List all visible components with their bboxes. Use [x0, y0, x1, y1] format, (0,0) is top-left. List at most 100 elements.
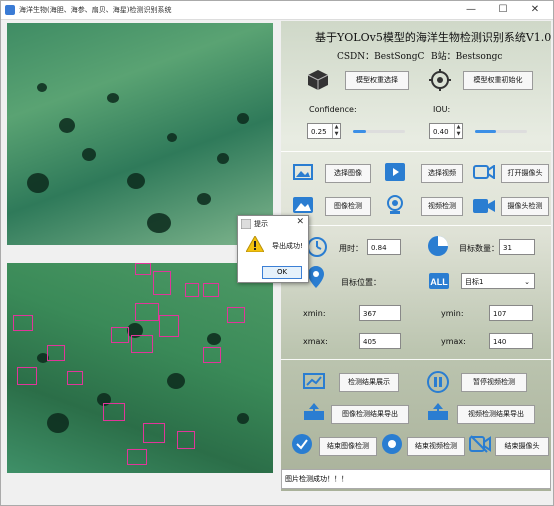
dialog-message: 导出成功!	[272, 242, 303, 250]
open-camera-button[interactable]: 打开摄像头	[501, 164, 549, 183]
target-select[interactable]: 目标1 ⌄	[461, 273, 535, 289]
export-icon	[304, 403, 324, 420]
message-dialog: 提示 ✕ 导出成功! OK	[237, 215, 309, 283]
init-weights-button[interactable]: 模型权重初始化	[463, 71, 533, 90]
stop-circle-icon	[382, 434, 402, 454]
camera-icon	[473, 165, 495, 179]
xmin-field[interactable]: 367	[359, 305, 401, 321]
iou-slider-fill	[475, 130, 496, 133]
ymax-field[interactable]: 140	[489, 333, 533, 349]
export-image-button[interactable]: 图像检测结果导出	[331, 405, 409, 424]
dialog-app-icon	[241, 219, 251, 229]
result-image-view	[7, 263, 273, 473]
clock-icon	[307, 237, 327, 257]
csdn-label: CSDN：BestSongC	[337, 52, 425, 62]
detection-box	[203, 347, 221, 363]
original-image-view	[7, 23, 273, 245]
detection-box	[13, 315, 33, 331]
end-camera-button[interactable]: 结束摄像头	[495, 437, 549, 456]
pause-video-button[interactable]: 暂停视频检测	[461, 373, 527, 392]
pause-icon	[427, 371, 449, 393]
divider	[281, 359, 551, 360]
xmin-label: xmin:	[303, 309, 326, 318]
video-detect-button[interactable]: 视频检测	[421, 197, 463, 216]
position-label: 目标位置：	[341, 278, 381, 287]
chevron-down-icon: ⌄	[524, 278, 530, 286]
iou-spinbox[interactable]: 0.40 ▲ ▼	[429, 123, 463, 139]
dialog-ok-button[interactable]: OK	[262, 266, 302, 279]
xmax-field[interactable]: 405	[359, 333, 401, 349]
image-detect-button[interactable]: 图像检测	[325, 197, 371, 216]
show-results-button[interactable]: 检测结果展示	[339, 373, 399, 392]
select-image-button[interactable]: 选择图像	[325, 164, 371, 183]
camera-detect-button[interactable]: 摄像头检测	[501, 197, 549, 216]
spin-arrows-icon[interactable]: ▲ ▼	[332, 124, 340, 138]
detection-box	[103, 403, 125, 421]
divider	[281, 225, 551, 226]
detection-box	[127, 449, 147, 465]
divider	[281, 151, 551, 152]
webcam-icon	[387, 195, 403, 214]
image-detect-icon	[293, 197, 313, 213]
end-image-button[interactable]: 结束图像检测	[319, 437, 377, 456]
count-field[interactable]: 31	[499, 239, 535, 255]
iou-slider[interactable]	[475, 130, 527, 133]
close-button[interactable]: ✕	[519, 1, 551, 19]
detection-box	[17, 367, 37, 385]
iou-label: IOU:	[433, 105, 451, 114]
warning-icon	[246, 236, 264, 252]
title-bar: 海洋生物(海胆、海参、扇贝、海星)检测识别系统 — ☐ ✕	[1, 1, 553, 20]
export-video-button[interactable]: 视频检测结果导出	[457, 405, 535, 424]
ymin-label: ymin:	[441, 309, 464, 318]
main-window: 海洋生物(海胆、海参、扇贝、海星)检测识别系统 — ☐ ✕ 基于YOLOv5模型…	[0, 0, 554, 506]
detection-box	[227, 307, 245, 323]
count-label: 目标数量：	[459, 244, 499, 253]
video-icon	[385, 163, 405, 181]
app-heading: 基于YOLOv5模型的海洋生物检测识别系统V1.0	[315, 31, 552, 44]
confidence-value: 0.25	[311, 128, 327, 136]
detection-box	[111, 327, 129, 343]
select-video-button[interactable]: 选择视频	[421, 164, 463, 183]
end-video-button[interactable]: 结束视频检测	[407, 437, 465, 456]
image-icon	[293, 164, 313, 180]
camera-detect-icon	[473, 199, 495, 213]
detection-box	[153, 271, 171, 295]
minimize-button[interactable]: —	[455, 1, 487, 19]
detection-box	[135, 263, 151, 275]
control-panel: 基于YOLOv5模型的海洋生物检测识别系统V1.0 CSDN：BestSongC…	[281, 21, 551, 491]
xmax-label: xmax:	[303, 337, 328, 346]
app-icon	[5, 5, 15, 15]
detection-box	[47, 345, 65, 361]
target-icon	[429, 69, 451, 91]
camera-off-icon	[469, 435, 491, 453]
spin-arrows-icon[interactable]: ▲ ▼	[454, 124, 462, 138]
line-chart-icon	[303, 373, 325, 389]
cube-icon	[307, 70, 329, 90]
all-icon: ALL	[429, 273, 449, 289]
status-bar: 图片检测成功！！！	[281, 469, 551, 489]
confidence-slider[interactable]	[353, 130, 405, 133]
detection-box	[203, 283, 219, 297]
detection-box	[185, 283, 199, 297]
confidence-slider-fill	[353, 130, 366, 133]
confidence-spinbox[interactable]: 0.25 ▲ ▼	[307, 123, 341, 139]
pie-chart-icon	[428, 236, 448, 256]
iou-value: 0.40	[433, 128, 449, 136]
export-video-icon	[428, 403, 448, 420]
detection-box	[143, 423, 165, 443]
window-title: 海洋生物(海胆、海参、扇贝、海星)检测识别系统	[19, 6, 172, 14]
detection-box	[131, 335, 153, 353]
select-weights-button[interactable]: 模型权重选择	[345, 71, 409, 90]
detection-box	[159, 315, 179, 337]
ymax-label: ymax:	[441, 337, 466, 346]
detection-box	[177, 431, 195, 449]
dialog-close-button[interactable]: ✕	[296, 217, 304, 227]
maximize-button[interactable]: ☐	[487, 1, 519, 19]
detection-box	[135, 303, 159, 321]
detection-box	[67, 371, 83, 385]
target-select-value: 目标1	[465, 278, 484, 286]
time-field[interactable]: 0.84	[367, 239, 401, 255]
time-label: 用时：	[339, 244, 363, 253]
check-circle-icon	[292, 434, 312, 454]
ymin-field[interactable]: 107	[489, 305, 533, 321]
